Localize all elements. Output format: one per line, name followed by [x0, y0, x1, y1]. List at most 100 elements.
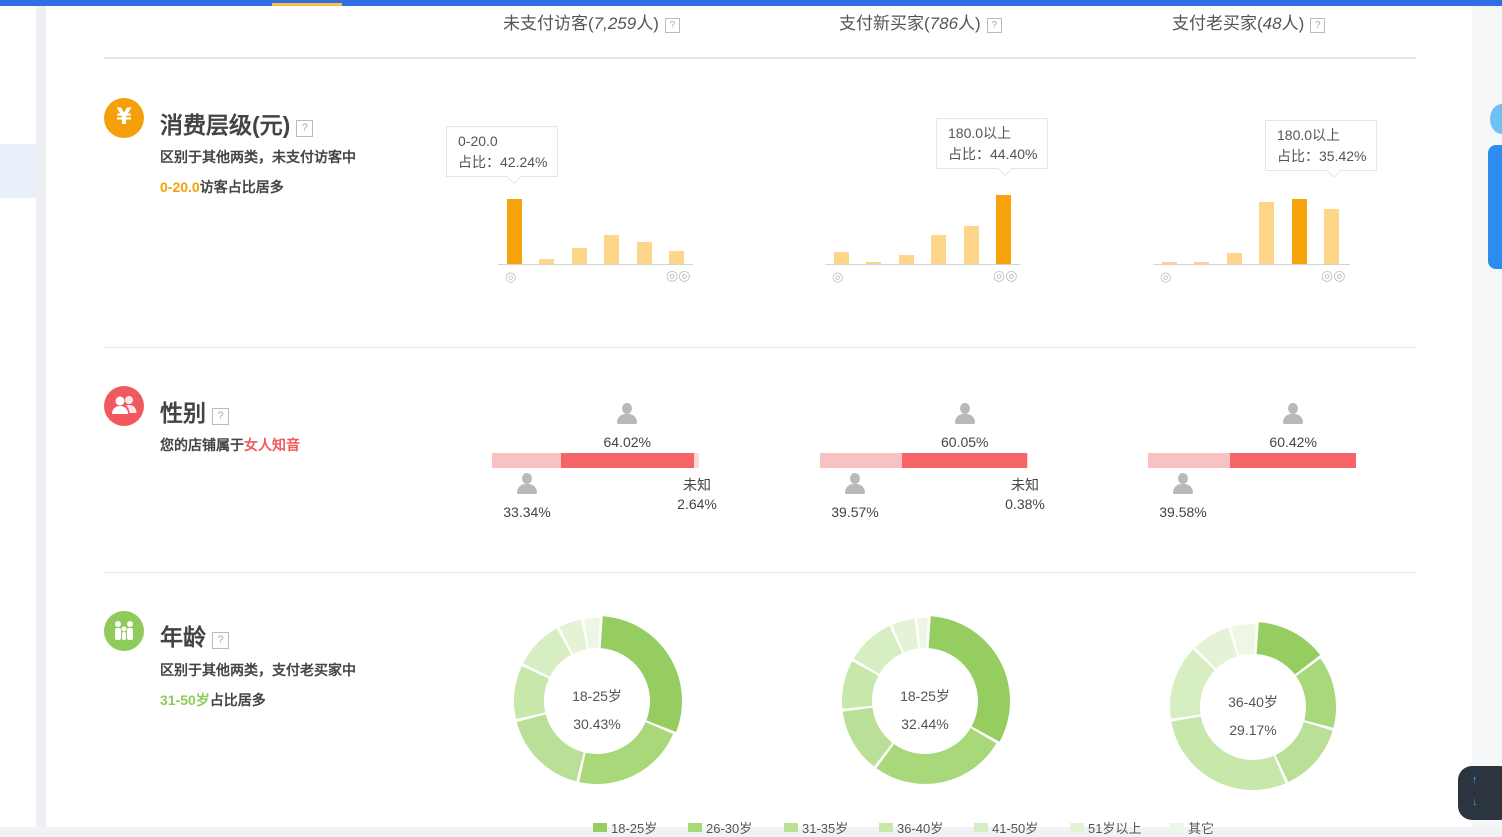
left-nav: [0, 6, 37, 827]
section-desc-age: 区别于其他两类，支付老买家中: [160, 662, 356, 678]
coin-icon: ◎: [1160, 269, 1172, 284]
spend-bar[interactable]: [963, 226, 979, 264]
legend-swatch: [688, 823, 702, 832]
unknown-segment[interactable]: [1027, 453, 1028, 468]
scroll-nav-widget[interactable]: ↑ ↓: [1458, 766, 1502, 820]
section-title-spend: 消费层级(元)?: [160, 106, 314, 140]
age-slice[interactable]: [876, 728, 997, 784]
help-icon[interactable]: ?: [212, 408, 229, 425]
coins-stack-icon: ◎◎: [993, 267, 1018, 283]
spend-bar[interactable]: [1162, 261, 1177, 264]
header-unpaid-visitors: 未支付访客(7,259人)?: [503, 9, 680, 34]
donut-center-label: 18-25岁: [900, 688, 950, 704]
arrow-down-icon[interactable]: ↓: [1472, 796, 1478, 808]
spend-bar[interactable]: [996, 195, 1011, 264]
unknown-percent: 2.64%: [677, 496, 717, 512]
female-segment[interactable]: [561, 453, 694, 468]
legend-label: 31-35岁: [802, 821, 849, 836]
female-segment[interactable]: [902, 453, 1028, 468]
spend-bar[interactable]: [669, 250, 684, 264]
male-icon: [1173, 473, 1193, 495]
donut-center-label: 18-25岁: [572, 688, 622, 704]
spend-bar[interactable]: [834, 252, 849, 264]
spend-bar[interactable]: [604, 235, 620, 264]
donut-center-percent: 30.43%: [573, 716, 621, 732]
legend-label: 其它: [1188, 821, 1215, 836]
header-returning-buyers: 支付老买家(48人)?: [1172, 9, 1326, 34]
coin-icon: ◎: [505, 269, 517, 284]
spend-bar[interactable]: [898, 254, 914, 264]
arrow-up-icon[interactable]: ↑: [1472, 774, 1478, 786]
section-desc-gender: 您的店铺属于女人知音: [160, 437, 300, 453]
page-gutter: [36, 6, 46, 827]
age-legend-item[interactable]: 26-30岁: [688, 818, 752, 837]
female-percent: 60.05%: [941, 434, 989, 450]
legend-swatch: [974, 823, 988, 832]
age-legend-item[interactable]: 其它: [1170, 818, 1214, 837]
spend-bar[interactable]: [1194, 261, 1210, 264]
spend-bar[interactable]: [539, 258, 555, 264]
male-segment[interactable]: [1148, 453, 1231, 468]
legend-label: 18-25岁: [611, 821, 658, 836]
legend-swatch: [1170, 823, 1184, 832]
section-title-gender: 性别?: [160, 394, 229, 428]
age-slice[interactable]: [600, 616, 682, 732]
age-slice[interactable]: [584, 618, 600, 649]
tooltip-spend-unpaid: 0-20.0 占比：42.24%: [446, 126, 559, 177]
legend-label: 41-50岁: [992, 821, 1039, 836]
age-legend-item[interactable]: 41-50岁: [974, 818, 1038, 837]
help-icon[interactable]: ?: [296, 120, 314, 137]
spend-bar[interactable]: [571, 247, 587, 264]
section-desc-spend: 区别于其他两类，未支付访客中: [160, 149, 356, 165]
section-desc-age-2: 31-50岁占比居多: [160, 692, 266, 708]
legend-label: 36-40岁: [897, 821, 944, 836]
left-nav-selected-item[interactable]: [0, 144, 36, 198]
female-icon: [617, 403, 638, 425]
family-icon: [104, 611, 144, 651]
section-divider: [104, 572, 1416, 573]
gender-bar[interactable]: [820, 453, 1028, 468]
legend-swatch: [1070, 823, 1084, 832]
help-icon[interactable]: ?: [664, 18, 680, 33]
unknown-label: 未知: [1011, 477, 1039, 493]
chart-baseline: [1153, 264, 1350, 265]
spend-bar[interactable]: [1226, 253, 1242, 264]
spend-bar[interactable]: [931, 235, 947, 264]
spend-bar[interactable]: [507, 198, 522, 264]
age-legend-item[interactable]: 18-25岁: [593, 818, 657, 837]
male-percent: 39.58%: [1159, 504, 1207, 520]
users-icon: [104, 386, 144, 426]
help-icon[interactable]: ?: [986, 18, 1002, 33]
legend-swatch: [879, 823, 893, 832]
spend-bar[interactable]: [1324, 209, 1339, 264]
side-float-button[interactable]: [1488, 145, 1502, 269]
male-percent: 39.57%: [831, 504, 879, 520]
donut-center-label: 36-40岁: [1228, 694, 1278, 710]
age-legend-item[interactable]: 31-35岁: [784, 818, 848, 837]
spend-bar[interactable]: [1259, 202, 1275, 264]
unknown-label: 未知: [683, 477, 711, 493]
female-segment[interactable]: [1230, 453, 1356, 468]
tooltip-spend-new: 180.0以上 占比：44.40%: [936, 118, 1049, 169]
unknown-percent: 0.38%: [1005, 496, 1045, 512]
age-slice[interactable]: [917, 618, 928, 649]
spend-bar[interactable]: [636, 241, 652, 264]
help-icon[interactable]: ?: [212, 632, 229, 649]
chart-baseline: [825, 264, 1020, 265]
section-divider: [104, 347, 1416, 348]
age-legend-item[interactable]: 36-40岁: [879, 818, 943, 837]
spend-bar[interactable]: [866, 262, 882, 264]
male-segment[interactable]: [492, 453, 561, 468]
male-segment[interactable]: [820, 453, 903, 468]
female-icon: [954, 403, 975, 425]
legend-label: 51岁以上: [1088, 821, 1142, 836]
unknown-segment[interactable]: [693, 453, 699, 468]
spend-bar[interactable]: [1291, 198, 1307, 264]
age-legend-item[interactable]: 51岁以上: [1070, 818, 1141, 837]
legend-swatch: [784, 823, 798, 832]
gender-bar[interactable]: [1148, 453, 1356, 468]
gender-bar[interactable]: [492, 453, 699, 468]
help-icon[interactable]: ?: [1310, 18, 1326, 33]
coins-stack-icon: ◎◎: [666, 267, 691, 283]
donut-center-percent: 29.17%: [1229, 722, 1277, 738]
